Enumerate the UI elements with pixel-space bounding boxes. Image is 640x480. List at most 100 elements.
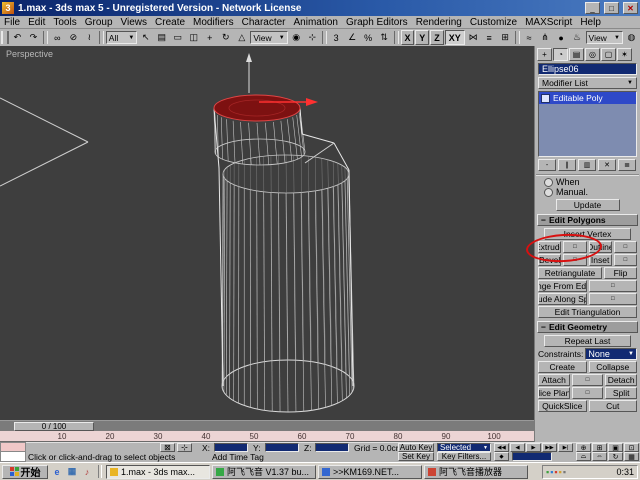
mirror-icon[interactable]: ⋈ bbox=[466, 30, 481, 45]
menu-modifiers[interactable]: Modifiers bbox=[189, 17, 238, 28]
zoom-icon[interactable]: ⊕ bbox=[576, 443, 591, 452]
tray-icon-3[interactable]: ▪ bbox=[554, 467, 557, 477]
zoom-extents-icon[interactable]: ▣ bbox=[608, 443, 623, 452]
set-key-button[interactable]: Set Key bbox=[398, 452, 434, 461]
current-frame-field[interactable] bbox=[512, 452, 552, 461]
repeat-last-button[interactable]: Repeat Last bbox=[544, 335, 631, 347]
z-coordinate-field[interactable] bbox=[315, 443, 349, 452]
update-manually-radio-row[interactable]: Manual. bbox=[544, 187, 631, 197]
bevel-button[interactable]: Bevel bbox=[538, 254, 561, 266]
update-button[interactable]: Update bbox=[556, 199, 620, 211]
axis-y-constraint-button[interactable]: Y bbox=[415, 30, 429, 45]
menu-maxscript[interactable]: MAXScript bbox=[521, 17, 576, 28]
update-when-radio-row[interactable]: When bbox=[544, 177, 631, 187]
tray-icon-4[interactable]: ▪ bbox=[559, 467, 562, 477]
render-type-dropdown[interactable]: View ▼ bbox=[586, 31, 623, 44]
menu-edit[interactable]: Edit bbox=[24, 17, 49, 28]
extrude-settings-button[interactable]: □ bbox=[563, 241, 586, 253]
viewport-label[interactable]: Perspective bbox=[6, 49, 53, 59]
flip-button[interactable]: Flip bbox=[604, 267, 637, 279]
spinner-snap-icon[interactable]: ⇅ bbox=[377, 30, 392, 45]
maximize-button[interactable]: □ bbox=[604, 2, 619, 14]
axis-xy-constraint-button[interactable]: XY bbox=[445, 30, 465, 45]
axis-z-constraint-button[interactable]: Z bbox=[430, 30, 444, 45]
menu-customize[interactable]: Customize bbox=[466, 17, 521, 28]
split-button[interactable]: Split bbox=[605, 387, 637, 399]
key-filters-button[interactable]: Key Filters... bbox=[437, 452, 491, 461]
track-bar[interactable]: 102030405060708090100 bbox=[0, 431, 534, 442]
add-time-tag[interactable]: Add Time Tag bbox=[212, 452, 264, 462]
create-button[interactable]: Create bbox=[538, 361, 587, 373]
pin-stack-icon[interactable]: - bbox=[538, 159, 556, 171]
select-and-link-icon[interactable]: ∞ bbox=[50, 30, 65, 45]
maxscript-mini-listener[interactable] bbox=[0, 442, 26, 462]
menu-animation[interactable]: Animation bbox=[290, 17, 342, 28]
field-of-view-icon[interactable]: ⌓ bbox=[576, 452, 591, 461]
material-editor-icon[interactable]: ● bbox=[554, 30, 569, 45]
start-button[interactable]: 开始 bbox=[2, 465, 48, 479]
detach-button[interactable]: Detach bbox=[605, 374, 637, 386]
lock-selection-icon[interactable]: ⊠ bbox=[160, 443, 175, 452]
outline-settings-button[interactable]: □ bbox=[614, 241, 637, 253]
constraints-dropdown[interactable]: None ▼ bbox=[585, 348, 637, 360]
quickslice-button[interactable]: QuickSlice bbox=[538, 400, 587, 412]
select-and-move-icon[interactable]: + bbox=[202, 30, 217, 45]
remove-modifier-icon[interactable]: ✕ bbox=[598, 159, 616, 171]
slice-plane-button[interactable]: Slice Plane bbox=[538, 387, 570, 399]
bind-to-space-warp-icon[interactable]: ≀ bbox=[82, 30, 97, 45]
quick-render-icon[interactable]: ◍ bbox=[624, 30, 639, 45]
make-unique-icon[interactable]: ▥ bbox=[578, 159, 596, 171]
outline-button[interactable]: Outline bbox=[589, 241, 612, 253]
insert-vertex-button[interactable]: Insert Vertex bbox=[544, 228, 631, 240]
y-coordinate-field[interactable] bbox=[265, 443, 299, 452]
window-crossing-icon[interactable]: ◫ bbox=[186, 30, 201, 45]
object-name-field[interactable]: Ellipse06 bbox=[538, 63, 637, 75]
rectangular-selection-icon[interactable]: ▭ bbox=[170, 30, 185, 45]
stack-item-editable-poly[interactable]: Editable Poly bbox=[539, 92, 636, 104]
toolbar-grip[interactable] bbox=[1, 31, 9, 44]
absolute-offset-mode-icon[interactable]: ⊹ bbox=[177, 443, 192, 452]
extrude-button[interactable]: Extrude bbox=[538, 241, 561, 253]
extrude-along-spline-settings-button[interactable]: □ bbox=[589, 293, 638, 305]
quick-launch-show-desktop-icon[interactable]: ▦ bbox=[65, 465, 79, 478]
go-to-end-icon[interactable]: ▶| bbox=[558, 443, 573, 452]
menu-create[interactable]: Create bbox=[151, 17, 189, 28]
macro-recorder-line[interactable] bbox=[0, 442, 26, 451]
collapse-button[interactable]: Collapse bbox=[589, 361, 638, 373]
menu-rendering[interactable]: Rendering bbox=[412, 17, 466, 28]
modifier-list-dropdown[interactable]: Modifier List ▼ bbox=[538, 77, 637, 89]
hinge-settings-button[interactable]: □ bbox=[589, 280, 638, 292]
minimize-button[interactable]: _ bbox=[585, 2, 600, 14]
modifier-stack[interactable]: Editable Poly bbox=[538, 91, 637, 157]
configure-modifier-sets-icon[interactable]: ≣ bbox=[618, 159, 636, 171]
select-and-scale-icon[interactable]: △ bbox=[234, 30, 249, 45]
min-max-toggle-icon[interactable]: ▦ bbox=[624, 452, 639, 461]
auto-key-button[interactable]: Auto Key bbox=[398, 443, 434, 452]
arc-rotate-icon[interactable]: ↻ bbox=[608, 452, 623, 461]
quick-launch-ie-icon[interactable]: e bbox=[50, 465, 64, 478]
inset-button[interactable]: Inset bbox=[589, 254, 612, 266]
inset-settings-button[interactable]: □ bbox=[614, 254, 637, 266]
tray-icon-2[interactable]: ▪ bbox=[550, 467, 553, 477]
quick-launch-media-icon[interactable]: ♪ bbox=[80, 465, 94, 478]
use-pivot-center-icon[interactable]: ◉ bbox=[289, 30, 304, 45]
hierarchy-tab[interactable]: ▤ bbox=[569, 48, 584, 61]
track-view-icon[interactable]: ≈ bbox=[522, 30, 537, 45]
menu-views[interactable]: Views bbox=[117, 17, 152, 28]
axis-x-constraint-button[interactable]: X bbox=[401, 30, 415, 45]
next-frame-icon[interactable]: ▶▶ bbox=[542, 443, 557, 452]
radio-icon[interactable] bbox=[544, 188, 553, 197]
create-tab[interactable]: + bbox=[537, 48, 552, 61]
unlink-selection-icon[interactable]: ⊘ bbox=[66, 30, 81, 45]
radio-icon[interactable] bbox=[544, 178, 553, 187]
hinge-from-edge-button[interactable]: Hinge From Edge bbox=[538, 280, 587, 292]
x-coordinate-field[interactable] bbox=[214, 443, 248, 452]
undo-icon[interactable]: ↶ bbox=[10, 30, 25, 45]
bevel-settings-button[interactable]: □ bbox=[563, 254, 586, 266]
previous-frame-icon[interactable]: ◀ bbox=[510, 443, 525, 452]
schematic-view-icon[interactable]: ⋔ bbox=[538, 30, 553, 45]
align-icon[interactable]: ≡ bbox=[482, 30, 497, 45]
angle-snap-icon[interactable]: ∠ bbox=[345, 30, 360, 45]
pan-icon[interactable]: ⇔ bbox=[592, 452, 607, 461]
edit-polygons-rollout-header[interactable]: − Edit Polygons bbox=[537, 214, 638, 226]
